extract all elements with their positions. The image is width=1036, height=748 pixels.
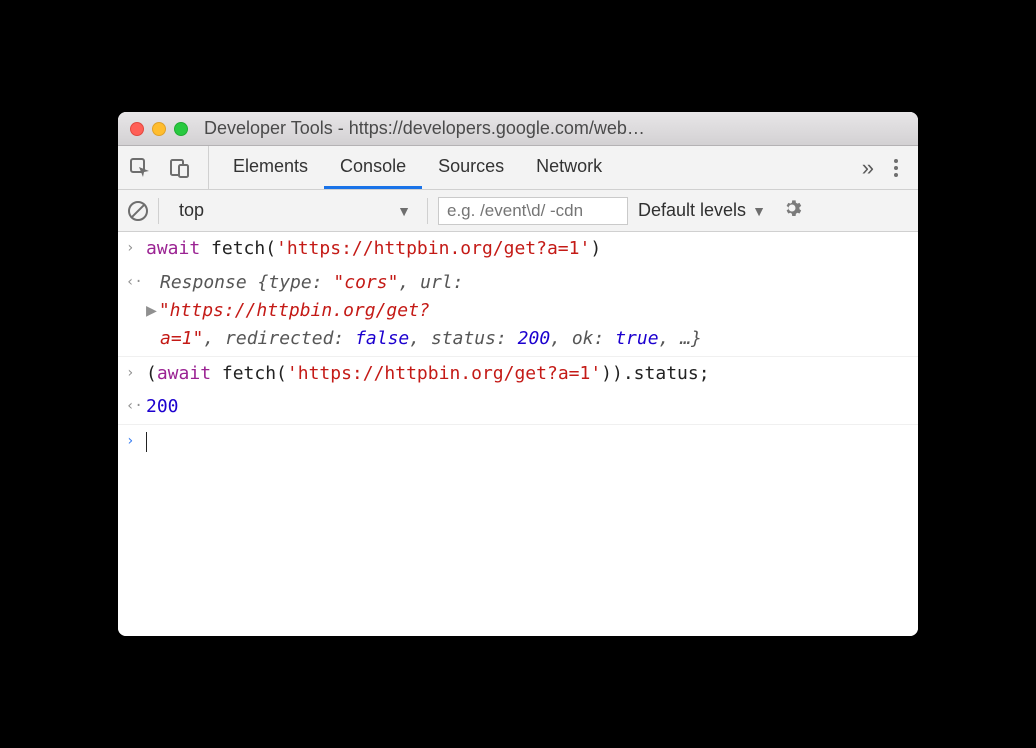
output-chevron-icon: ‹· [126,269,146,353]
prompt-chevron-icon: › [126,428,146,456]
tab-console[interactable]: Console [324,146,422,189]
text-cursor [146,432,147,452]
window-title: Developer Tools - https://developers.goo… [204,118,906,139]
console-expression: await fetch('https://httpbin.org/get?a=1… [146,235,908,263]
console-output[interactable]: › await fetch('https://httpbin.org/get?a… [118,232,918,636]
console-prompt-row[interactable]: › [118,425,918,459]
input-chevron-icon: › [126,360,146,388]
toolbar-right: » [856,146,908,189]
output-chevron-icon: ‹· [126,393,146,421]
context-label: top [179,200,204,221]
divider [427,198,428,224]
chevron-down-icon: ▼ [397,203,411,219]
console-prompt-input[interactable] [146,428,908,456]
divider [158,198,159,224]
more-tabs-chevron-icon[interactable]: » [862,155,874,181]
close-window-button[interactable] [130,122,144,136]
console-result-value: 200 [146,393,908,421]
devtools-toolbar: Elements Console Sources Network » [118,146,918,190]
minimize-window-button[interactable] [152,122,166,136]
toggle-device-toolbar-icon[interactable] [168,156,192,180]
console-settings-icon[interactable] [782,198,802,224]
console-filter-bar: top ▼ Default levels ▼ [118,190,918,232]
console-input-row: › await fetch('https://httpbin.org/get?a… [118,232,918,266]
tab-network[interactable]: Network [520,146,618,189]
keyword-await: await [157,363,211,384]
execution-context-selector[interactable]: top ▼ [169,200,417,221]
keyword-await: await [146,238,200,259]
titlebar: Developer Tools - https://developers.goo… [118,112,918,146]
devtools-window: Developer Tools - https://developers.goo… [118,112,918,636]
console-filter-input[interactable] [438,197,628,225]
console-input-row: › (await fetch('https://httpbin.org/get?… [118,357,918,391]
log-levels-selector[interactable]: Default levels ▼ [638,200,766,221]
devtools-menu-icon[interactable] [890,155,902,181]
traffic-lights [130,122,188,136]
console-result-object[interactable]: Response {type: "cors", url: ▶"https://h… [146,269,908,353]
levels-label: Default levels [638,200,746,221]
console-result-row: ‹· Response {type: "cors", url: ▶"https:… [118,266,918,357]
input-chevron-icon: › [126,235,146,263]
tab-elements[interactable]: Elements [217,146,324,189]
tab-sources[interactable]: Sources [422,146,520,189]
chevron-down-icon: ▼ [752,203,766,219]
console-result-row: ‹· 200 [118,390,918,425]
inspect-element-icon[interactable] [128,156,152,180]
console-expression: (await fetch('https://httpbin.org/get?a=… [146,360,908,388]
zoom-window-button[interactable] [174,122,188,136]
panel-tabs: Elements Console Sources Network [217,146,618,189]
clear-console-icon[interactable] [128,201,148,221]
toolbar-left [128,146,209,189]
expand-object-icon[interactable]: ▶ [146,300,157,321]
